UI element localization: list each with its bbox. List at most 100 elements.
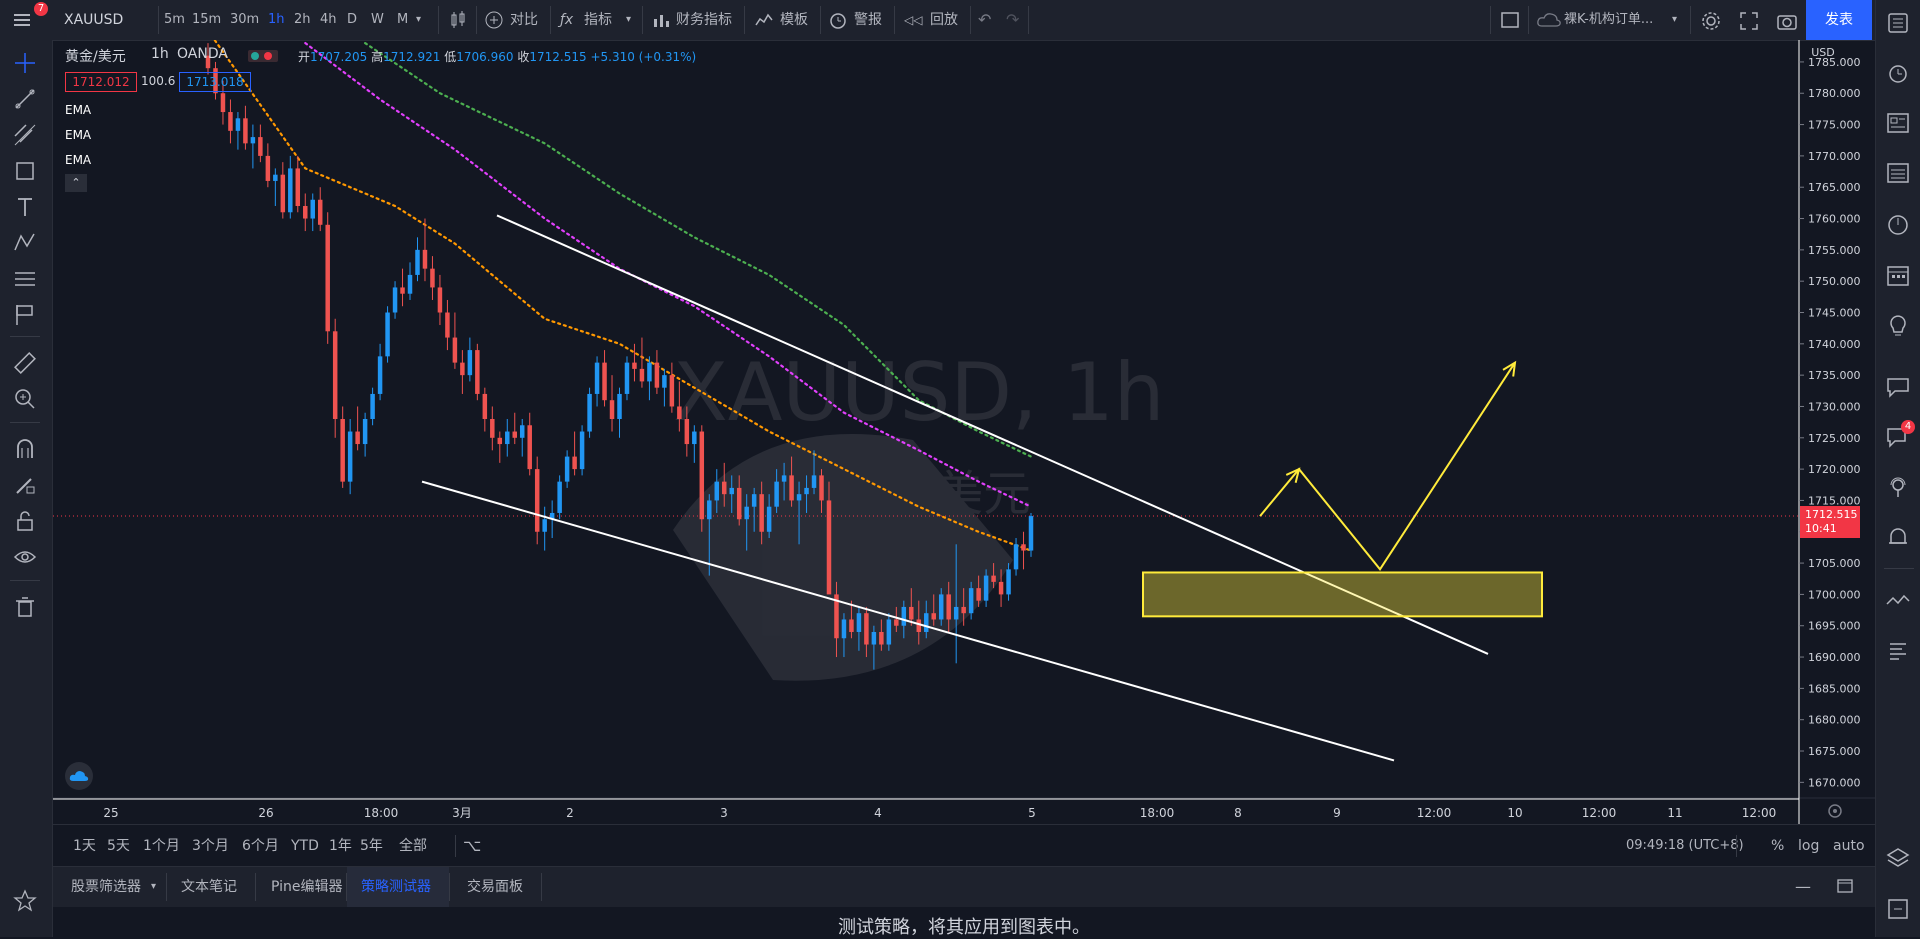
ruler-icon[interactable] bbox=[12, 350, 38, 376]
compare-icon[interactable] bbox=[484, 10, 504, 30]
candle-type-icon[interactable] bbox=[448, 10, 468, 30]
layers-icon[interactable] bbox=[1885, 846, 1911, 872]
spread: 100.6 bbox=[141, 74, 176, 88]
buy-price[interactable]: 1713.018 bbox=[179, 72, 251, 92]
crosshair-icon[interactable] bbox=[12, 50, 38, 76]
news-icon[interactable] bbox=[1885, 110, 1911, 136]
lock-icon[interactable] bbox=[12, 508, 38, 534]
minimize-panel-icon[interactable]: — bbox=[1795, 867, 1811, 907]
tab-stock-screener[interactable]: 股票筛选器 bbox=[71, 867, 141, 907]
interval-15m[interactable]: 15m bbox=[192, 0, 221, 40]
replay-button[interactable]: 回放 bbox=[930, 0, 958, 40]
indicators-dropdown-icon[interactable]: ▾ bbox=[626, 0, 631, 40]
compare-button[interactable]: 对比 bbox=[510, 0, 538, 40]
camera-icon[interactable] bbox=[1776, 10, 1798, 32]
alert-button[interactable]: 警报 bbox=[854, 0, 882, 40]
pencil-lock-icon[interactable] bbox=[12, 472, 38, 498]
timeframe-2[interactable]: 1个月 bbox=[143, 825, 180, 867]
tab-pine-editor[interactable]: Pine编辑器 bbox=[271, 867, 343, 907]
menu-icon[interactable] bbox=[12, 10, 34, 30]
interval-1h[interactable]: 1h bbox=[268, 0, 285, 40]
trash-icon[interactable] bbox=[12, 594, 38, 620]
text-tool-icon[interactable] bbox=[12, 194, 38, 220]
fullscreen-layout-icon[interactable] bbox=[1500, 11, 1520, 29]
collapse-legend-icon[interactable]: ⌃ bbox=[65, 174, 87, 192]
interval-w[interactable]: W bbox=[371, 0, 384, 40]
timeframe-8[interactable]: 全部 bbox=[399, 825, 427, 867]
ideas-icon[interactable] bbox=[1885, 312, 1911, 338]
interval-4h[interactable]: 4h bbox=[320, 0, 337, 40]
timeframe-6[interactable]: 1年 bbox=[329, 825, 352, 867]
zoom-in-icon[interactable] bbox=[12, 386, 38, 412]
candle bbox=[587, 387, 592, 438]
interval-5m[interactable]: 5m bbox=[164, 0, 185, 40]
fullscreen-icon[interactable] bbox=[1738, 10, 1760, 32]
watchlist-icon[interactable] bbox=[1885, 10, 1911, 36]
redo-icon[interactable]: ↷ bbox=[1006, 0, 1019, 40]
auto-scale-button[interactable]: auto bbox=[1833, 825, 1865, 867]
tab-text-notes[interactable]: 文本笔记 bbox=[181, 867, 237, 907]
date-range-icon[interactable]: ⌥ bbox=[463, 825, 481, 867]
layout-dropdown-icon[interactable]: ▾ bbox=[1672, 0, 1677, 40]
templates-button[interactable]: 模板 bbox=[780, 0, 808, 40]
hotlist-icon[interactable] bbox=[1885, 212, 1911, 238]
chat-icon[interactable] bbox=[1885, 374, 1911, 400]
gear-icon[interactable] bbox=[1700, 10, 1722, 32]
candle bbox=[467, 337, 473, 382]
pattern-tool-icon[interactable] bbox=[12, 230, 38, 256]
log-scale-button[interactable]: log bbox=[1798, 825, 1819, 867]
maximize-panel-icon[interactable] bbox=[1837, 879, 1853, 893]
sell-price[interactable]: 1712.012 bbox=[65, 72, 137, 92]
layout-name[interactable]: 裸K-机构订单... bbox=[1564, 0, 1653, 40]
tab-trading-panel[interactable]: 交易面板 bbox=[467, 867, 523, 907]
pitchfork-tool-icon[interactable] bbox=[12, 122, 38, 148]
financials-button[interactable]: 财务指标 bbox=[676, 0, 732, 40]
flag-tool-icon[interactable] bbox=[12, 302, 38, 328]
time-readout[interactable]: 09:49:18 (UTC+8) bbox=[1626, 825, 1744, 867]
prediction-tool-icon[interactable] bbox=[12, 266, 38, 292]
study-ema-2[interactable]: EMA bbox=[65, 128, 91, 142]
timeframe-4[interactable]: 6个月 bbox=[242, 825, 279, 867]
current-price-tag: 1712.515 10:41 bbox=[1800, 506, 1860, 539]
interval-30m[interactable]: 30m bbox=[230, 0, 259, 40]
interval-m[interactable]: M bbox=[397, 0, 408, 40]
projection-path[interactable] bbox=[1259, 362, 1516, 571]
depth-icon[interactable] bbox=[1885, 588, 1911, 614]
undo-icon[interactable]: ↶ bbox=[978, 0, 991, 40]
demand-zone[interactable] bbox=[1142, 571, 1543, 618]
time-axis-settings-icon[interactable] bbox=[1828, 804, 1842, 818]
y-tick-label: 1780.000 bbox=[1808, 87, 1861, 100]
indicators-button[interactable]: 指标 bbox=[584, 0, 612, 40]
notification-bell-icon[interactable] bbox=[1885, 524, 1911, 550]
timeframe-7[interactable]: 5年 bbox=[360, 825, 383, 867]
eye-icon[interactable] bbox=[12, 544, 38, 570]
interval-dropdown-icon[interactable]: ▾ bbox=[416, 0, 421, 40]
streams-icon[interactable] bbox=[1885, 474, 1911, 500]
dom-icon[interactable] bbox=[1885, 638, 1911, 664]
timeframe-1[interactable]: 5天 bbox=[107, 825, 130, 867]
calendar-icon[interactable] bbox=[1885, 262, 1911, 288]
legend-title[interactable]: 黄金/美元 bbox=[65, 46, 126, 66]
symbol-search[interactable]: XAUUSD bbox=[64, 0, 123, 40]
y-tick-label: 1700.000 bbox=[1808, 588, 1861, 601]
magnet-icon[interactable] bbox=[12, 436, 38, 462]
alarm-icon[interactable] bbox=[1885, 60, 1911, 86]
study-ema-3[interactable]: EMA bbox=[65, 153, 91, 167]
timeframe-5[interactable]: YTD bbox=[291, 825, 319, 867]
interval-2h[interactable]: 2h bbox=[294, 0, 311, 40]
trendline-tool-icon[interactable] bbox=[12, 86, 38, 112]
interval-d[interactable]: D bbox=[347, 0, 357, 40]
star-icon[interactable] bbox=[12, 888, 38, 914]
data-window-icon[interactable] bbox=[1885, 160, 1911, 186]
timeframe-0[interactable]: 1天 bbox=[73, 825, 96, 867]
chart-pane[interactable]: XAUUSD, 1h 黄金/美元 1785.000 1780.000 1775.00… bbox=[53, 40, 1875, 824]
tab-strategy-tester[interactable]: 策略测试器 bbox=[361, 867, 431, 907]
percent-scale-button[interactable]: % bbox=[1771, 825, 1784, 867]
cloud-sync-icon[interactable] bbox=[65, 762, 93, 790]
publish-button[interactable]: 发表 bbox=[1806, 0, 1872, 40]
study-ema-1[interactable]: EMA bbox=[65, 103, 91, 117]
shape-tool-icon[interactable] bbox=[12, 158, 38, 184]
screener-dropdown-icon[interactable]: ▾ bbox=[151, 867, 156, 907]
timeframe-3[interactable]: 3个月 bbox=[192, 825, 229, 867]
help-icon[interactable] bbox=[1885, 896, 1911, 922]
